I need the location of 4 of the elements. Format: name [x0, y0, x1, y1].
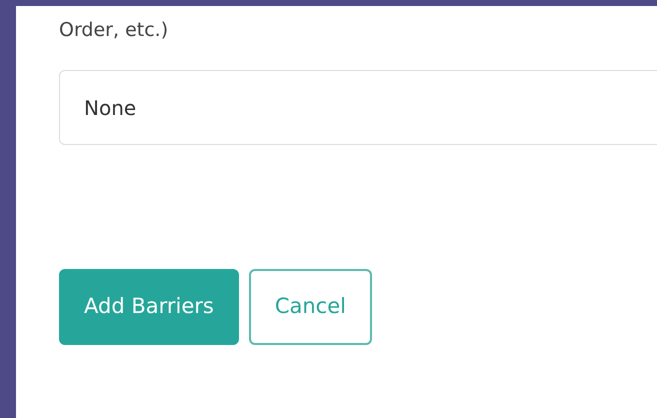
- add-button[interactable]: Add Barriers: [59, 269, 239, 345]
- cancel-button[interactable]: Cancel: [248, 269, 372, 345]
- input-field[interactable]: None: [59, 70, 657, 145]
- field-label: Order, etc.): [59, 18, 168, 43]
